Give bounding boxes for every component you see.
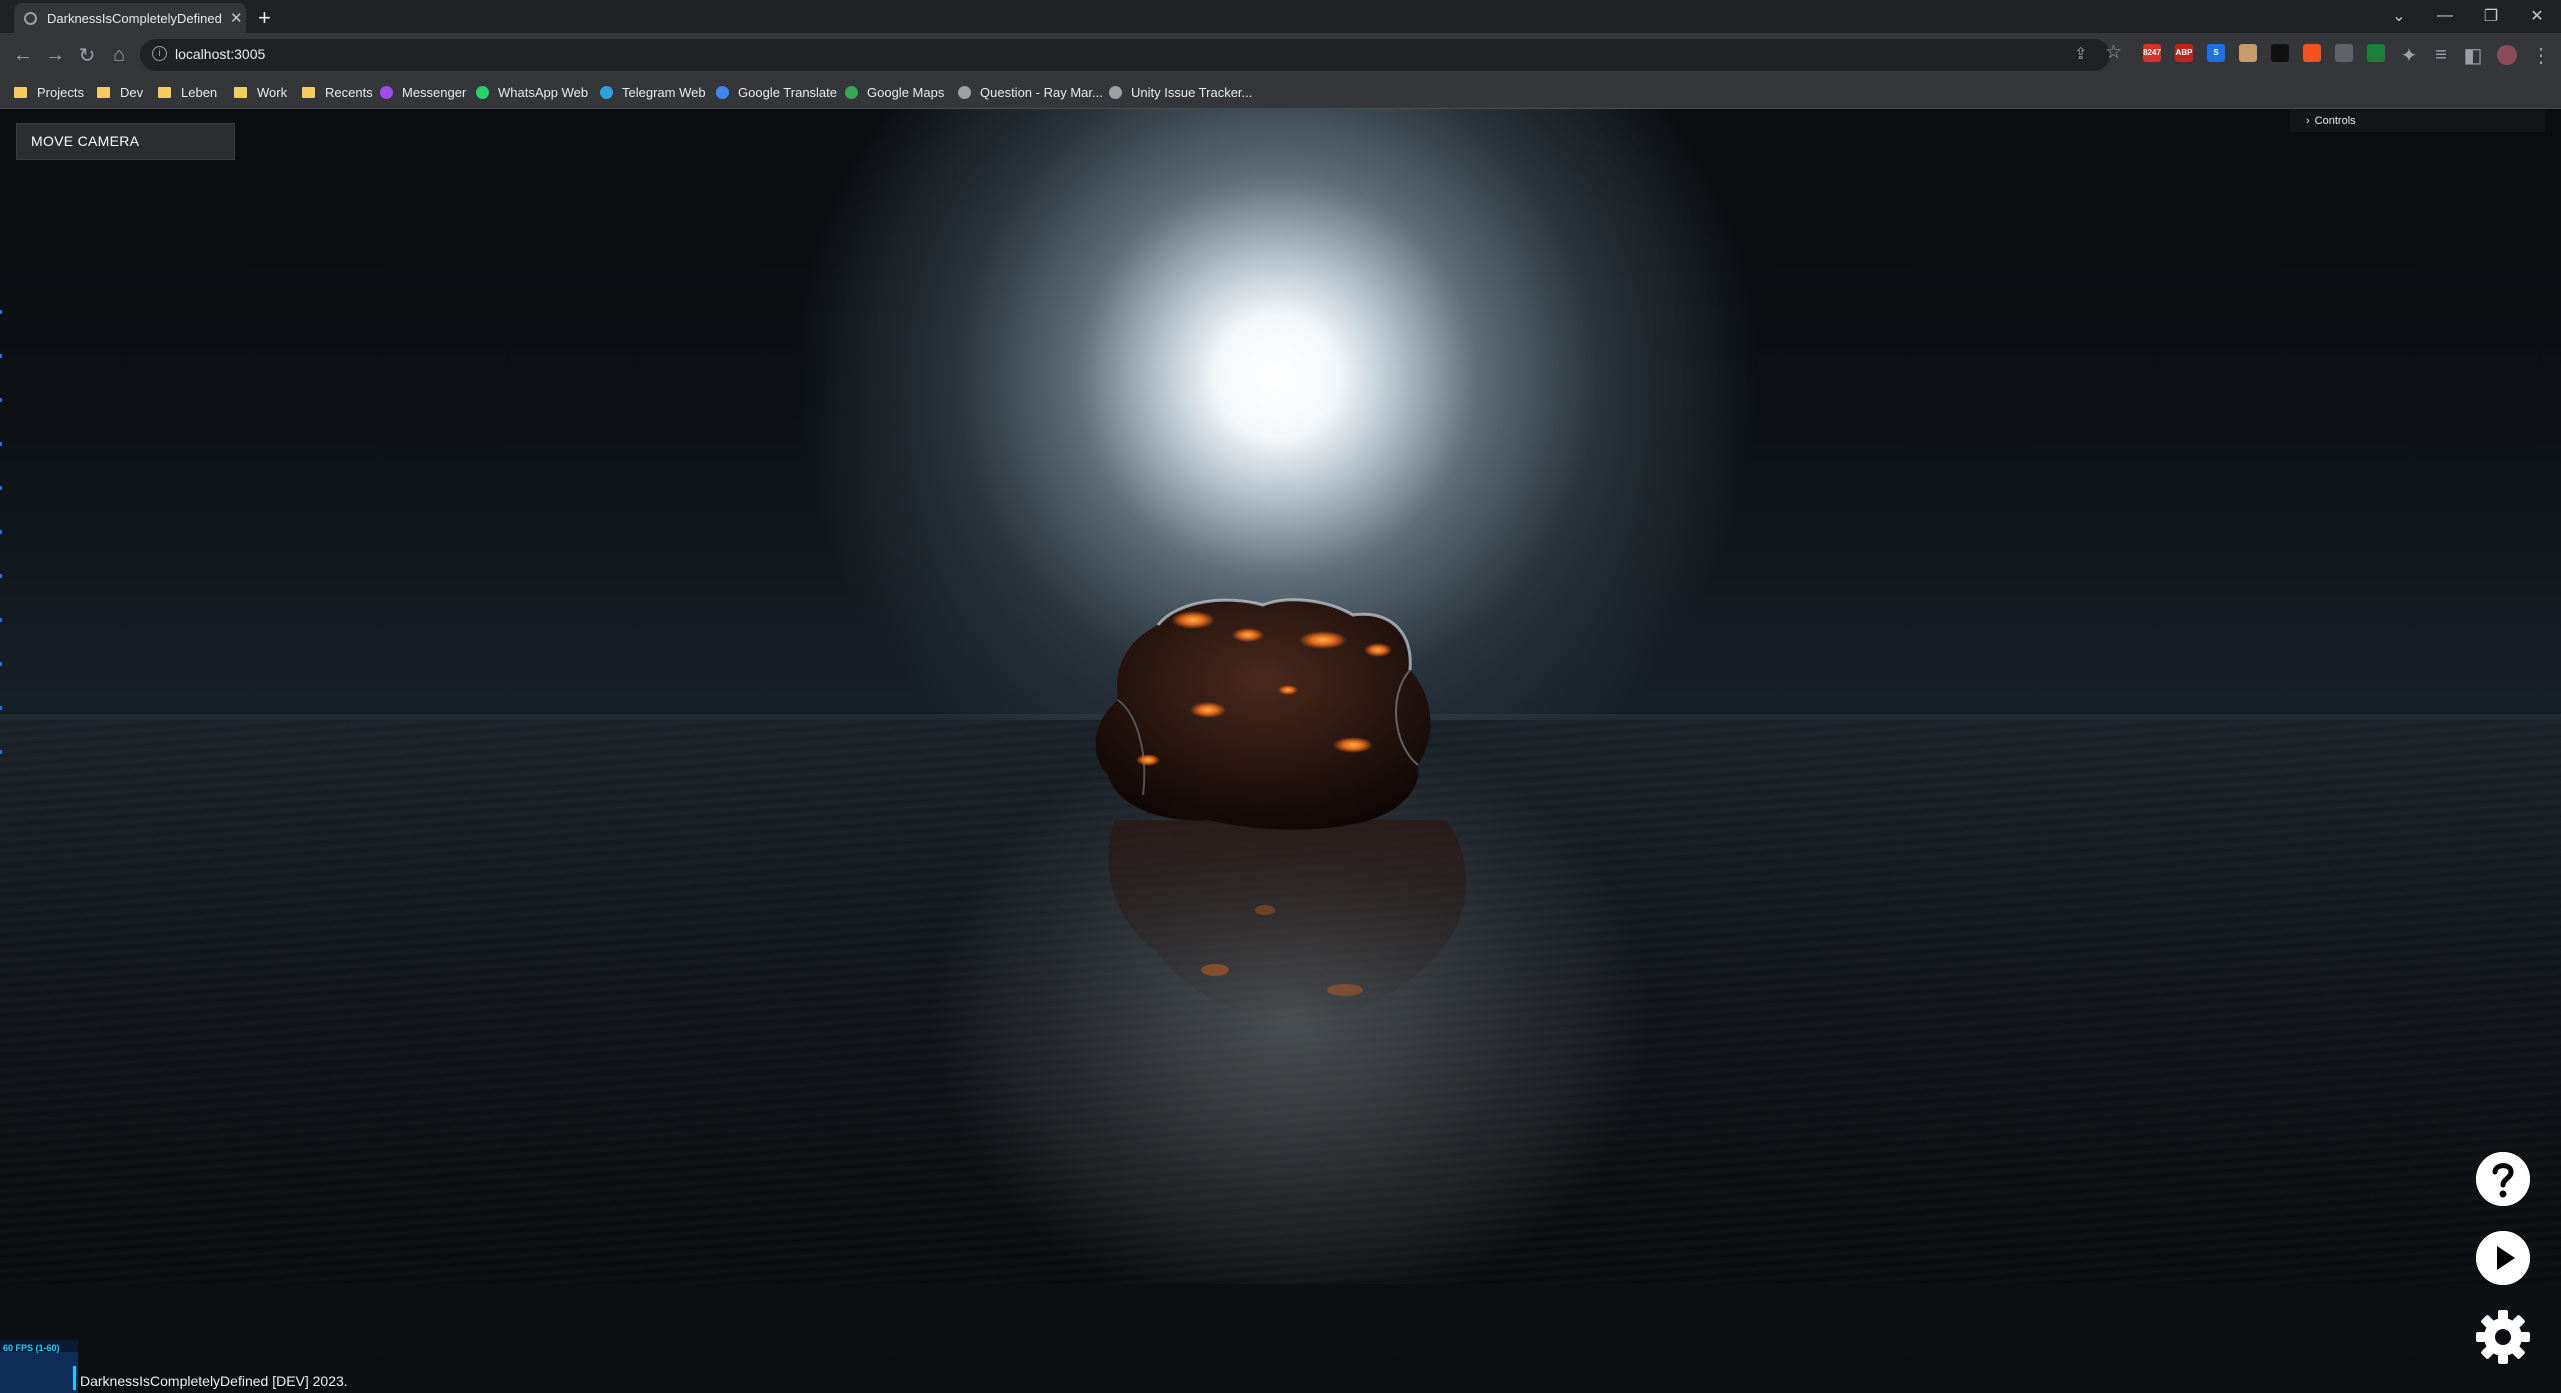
bookmark-item[interactable]: Unity Issue Tracker... bbox=[1109, 81, 1252, 103]
bookmark-item[interactable]: Leben bbox=[158, 81, 217, 103]
bookmark-label: Messenger bbox=[402, 84, 467, 100]
dark-extension-icon[interactable] bbox=[2271, 44, 2289, 62]
tan-extension-icon[interactable] bbox=[2239, 44, 2257, 62]
reading-list-icon[interactable]: ≡ bbox=[2428, 42, 2454, 68]
folder-icon bbox=[234, 86, 247, 98]
bookmark-label: WhatsApp Web bbox=[498, 84, 589, 100]
bookmark-item[interactable]: WhatsApp Web bbox=[476, 81, 588, 103]
reload-icon[interactable]: ↻ bbox=[74, 42, 100, 68]
chevron-right-icon: › bbox=[2306, 115, 2310, 127]
bookmark-item[interactable]: Dev bbox=[97, 81, 143, 103]
bookmark-label: Telegram Web bbox=[622, 84, 706, 100]
forward-arrow-icon[interactable]: → bbox=[42, 42, 68, 68]
bookmark-item[interactable]: Telegram Web bbox=[600, 81, 706, 103]
bookmark-item[interactable]: Google Maps bbox=[845, 81, 944, 103]
site-favicon-icon bbox=[380, 85, 393, 99]
blue-extension-icon[interactable]: S bbox=[2207, 44, 2225, 62]
settings-button[interactable] bbox=[2476, 1310, 2530, 1364]
site-favicon-icon bbox=[716, 85, 729, 99]
gear-icon bbox=[2476, 1310, 2530, 1364]
profile-avatar[interactable] bbox=[2497, 45, 2517, 65]
bookmark-label: Recents bbox=[325, 84, 373, 100]
folder-icon bbox=[302, 86, 315, 98]
bookmark-label: Work bbox=[257, 84, 288, 100]
bookmark-item[interactable]: Recents bbox=[302, 81, 373, 103]
bookmark-item[interactable]: Projects bbox=[14, 81, 84, 103]
footer-copyright: DarknessIsCompletelyDefined [DEV] 2023. bbox=[80, 1373, 348, 1389]
bookmark-item[interactable]: Google Translate bbox=[716, 81, 837, 103]
folder-icon bbox=[14, 86, 27, 98]
minimize-button[interactable]: — bbox=[2423, 2, 2467, 30]
bookmark-star-icon[interactable]: ☆ bbox=[2105, 41, 2122, 64]
address-bar[interactable] bbox=[140, 39, 2110, 71]
question-mark-icon bbox=[2476, 1152, 2530, 1206]
close-tab-icon[interactable]: ✕ bbox=[230, 9, 243, 27]
green-extension-icon[interactable] bbox=[2367, 44, 2385, 62]
rock-reflection bbox=[1108, 820, 1466, 1020]
tab-title: DarknessIsCompletelyDefined [DEV] bbox=[47, 10, 222, 26]
camera-extension-icon[interactable] bbox=[2335, 44, 2353, 62]
controls-label: Controls bbox=[2314, 115, 2356, 127]
bookmark-label: Google Translate bbox=[738, 84, 838, 100]
help-button[interactable] bbox=[2476, 1152, 2530, 1206]
url-text[interactable]: localhost:3005 bbox=[175, 46, 265, 62]
new-tab-button[interactable]: + bbox=[258, 5, 271, 31]
site-favicon-icon bbox=[600, 85, 613, 99]
site-favicon-icon bbox=[1109, 85, 1122, 99]
puzzle-extensions-icon[interactable]: ✦ bbox=[2396, 42, 2422, 68]
play-button[interactable] bbox=[2476, 1231, 2530, 1285]
fps-bar bbox=[73, 1366, 76, 1390]
bookmark-label: Question - Ray Mar... bbox=[980, 84, 1103, 100]
bookmark-label: Leben bbox=[181, 84, 218, 100]
bookmark-label: Google Maps bbox=[867, 84, 945, 100]
site-favicon-icon bbox=[958, 85, 971, 99]
kebab-menu-icon[interactable]: ⋮ bbox=[2528, 42, 2554, 68]
restore-button[interactable]: ❐ bbox=[2469, 2, 2513, 30]
share-icon[interactable]: ⇪ bbox=[2074, 44, 2087, 64]
globe-icon bbox=[24, 11, 37, 25]
bookmark-label: Projects bbox=[37, 84, 84, 100]
active-tab[interactable]: DarknessIsCompletelyDefined [DEV] ✕ bbox=[14, 3, 246, 33]
site-favicon-icon bbox=[845, 85, 858, 99]
fps-readout: 60 FPS (1-60) bbox=[3, 1343, 60, 1353]
orange-extension-icon[interactable] bbox=[2303, 44, 2321, 62]
adblock-plus-extension-icon[interactable]: ABP bbox=[2175, 44, 2193, 62]
bookmark-label: Dev bbox=[120, 84, 144, 100]
bookmark-item[interactable]: Work bbox=[234, 81, 287, 103]
molten-rock-object bbox=[1095, 598, 1431, 830]
fps-graph bbox=[0, 1352, 78, 1393]
home-icon[interactable]: ⌂ bbox=[106, 42, 132, 68]
play-icon bbox=[2476, 1231, 2530, 1285]
tab-strip bbox=[0, 0, 2561, 33]
close-window-button[interactable]: ✕ bbox=[2515, 2, 2559, 30]
site-favicon-icon bbox=[476, 85, 489, 99]
folder-icon bbox=[158, 86, 171, 98]
info-icon[interactable]: i bbox=[152, 46, 167, 61]
bookmark-item[interactable]: Messenger bbox=[380, 81, 466, 103]
bookmark-label: Unity Issue Tracker... bbox=[1131, 84, 1253, 100]
left-edge-markers bbox=[0, 270, 2, 770]
controls-panel-toggle[interactable]: › Controls bbox=[2290, 110, 2545, 132]
side-panel-icon[interactable]: ◧ bbox=[2460, 42, 2486, 68]
gmail-badge-extension-icon[interactable]: 8247 bbox=[2143, 44, 2161, 62]
move-camera-button[interactable]: MOVE CAMERA bbox=[16, 123, 235, 160]
back-arrow-icon[interactable]: ← bbox=[10, 42, 36, 68]
bookmark-item[interactable]: Question - Ray Mar... bbox=[958, 81, 1103, 103]
folder-icon bbox=[97, 86, 110, 98]
tab-search-icon[interactable]: ⌄ bbox=[2377, 2, 2421, 30]
